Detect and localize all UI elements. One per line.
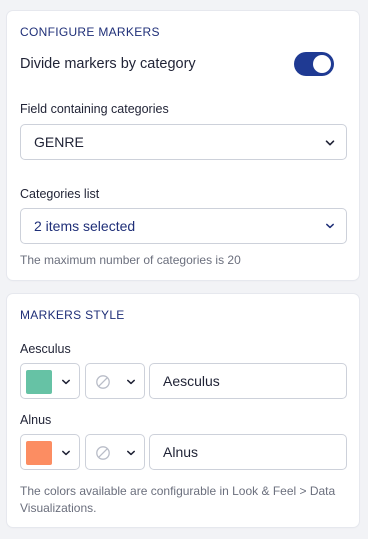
chevron-down-icon	[127, 379, 135, 385]
divide-by-category-label: Divide markers by category	[20, 56, 196, 72]
categories-list-value: 2 items selected	[34, 218, 136, 234]
marker-color-picker[interactable]	[20, 363, 80, 399]
categories-limit-hint: The maximum number of categories is 20	[20, 253, 241, 267]
category-field-select[interactable]: GENRE	[20, 124, 347, 160]
marker-name-input[interactable]	[149, 363, 347, 399]
chevron-down-icon	[326, 223, 334, 229]
marker-icon-picker[interactable]	[85, 363, 145, 399]
marker-label: Aesculus	[20, 342, 71, 356]
category-field-value: GENRE	[34, 134, 84, 150]
marker-name-input[interactable]	[149, 434, 347, 470]
divide-by-category-toggle[interactable]	[294, 52, 334, 76]
colors-config-hint: The colors available are configurable in…	[20, 484, 336, 515]
no-icon-icon	[96, 375, 110, 389]
markers-style-panel: MARKERS STYLE Aesculus Alnus	[7, 294, 359, 527]
configure-markers-title: CONFIGURE MARKERS	[20, 25, 160, 39]
marker-icon-picker[interactable]	[85, 434, 145, 470]
toggle-knob	[313, 55, 331, 73]
no-icon-icon	[96, 446, 110, 460]
chevron-down-icon	[325, 140, 335, 146]
color-swatch	[26, 441, 52, 465]
categories-list-select[interactable]: 2 items selected	[20, 208, 347, 244]
markers-style-title: MARKERS STYLE	[20, 308, 125, 322]
chevron-down-icon	[127, 450, 135, 456]
chevron-down-icon	[62, 379, 70, 385]
marker-label: Alnus	[20, 413, 52, 427]
chevron-down-icon	[62, 450, 70, 456]
color-swatch	[26, 370, 52, 394]
category-field-label: Field containing categories	[20, 102, 169, 116]
categories-list-label: Categories list	[20, 187, 100, 201]
marker-color-picker[interactable]	[20, 434, 80, 470]
configure-markers-panel: CONFIGURE MARKERS Divide markers by cate…	[7, 11, 359, 280]
